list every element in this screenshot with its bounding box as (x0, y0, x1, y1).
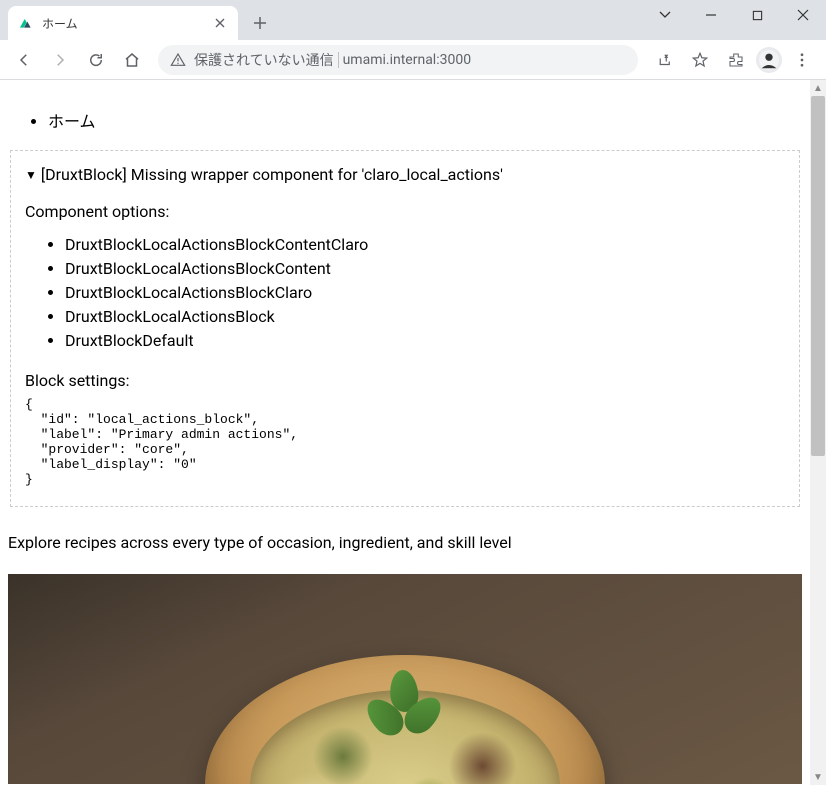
vertical-scrollbar[interactable]: ▲ ▼ (810, 80, 826, 785)
hero-recipe-image (8, 574, 802, 784)
tab-close-button[interactable] (212, 15, 228, 31)
nuxt-favicon-icon (18, 15, 34, 31)
minimize-button[interactable] (688, 0, 734, 30)
disclosure-triangle-icon: ▼ (25, 168, 37, 182)
not-secure-icon (170, 52, 186, 68)
reload-button[interactable] (80, 44, 112, 76)
component-options-label: Component options: (25, 202, 785, 221)
menu-button[interactable] (786, 44, 818, 76)
tab-title: ホーム (42, 15, 204, 32)
home-button[interactable] (116, 44, 148, 76)
page-content: ホーム ▼ [DruxtBlock] Missing wrapper compo… (0, 80, 810, 785)
block-settings-label: Block settings: (25, 371, 785, 390)
browser-tab[interactable]: ホーム (8, 6, 238, 40)
druxt-summary-toggle[interactable]: ▼ [DruxtBlock] Missing wrapper component… (25, 165, 785, 184)
share-button[interactable] (648, 44, 680, 76)
breadcrumb-list: ホーム (8, 108, 802, 132)
explore-heading: Explore recipes across every type of occ… (8, 533, 802, 552)
back-button[interactable] (8, 44, 40, 76)
component-option: DruxtBlockLocalActionsBlockClaro (65, 281, 785, 305)
extensions-button[interactable] (720, 44, 752, 76)
breadcrumb-home[interactable]: ホーム (48, 108, 802, 132)
dropdown-icon[interactable] (642, 0, 688, 30)
component-option: DruxtBlockLocalActionsBlockContent (65, 257, 785, 281)
security-status: 保護されていない通信 (194, 50, 334, 70)
druxt-summary-text: [DruxtBlock] Missing wrapper component f… (41, 165, 503, 184)
scroll-down-icon[interactable]: ▼ (810, 769, 826, 785)
close-window-button[interactable] (780, 0, 826, 30)
component-option: DruxtBlockDefault (65, 329, 785, 353)
druxt-debug-block: ▼ [DruxtBlock] Missing wrapper component… (10, 150, 800, 507)
profile-avatar[interactable] (756, 47, 782, 73)
scrollbar-thumb[interactable] (811, 96, 825, 456)
component-option: DruxtBlockLocalActionsBlock (65, 305, 785, 329)
browser-toolbar: 保護されていない通信 umami.internal:3000 (0, 40, 826, 80)
address-bar[interactable]: 保護されていない通信 umami.internal:3000 (158, 45, 638, 75)
block-settings-code: { "id": "local_actions_block", "label": … (25, 398, 785, 488)
maximize-button[interactable] (734, 0, 780, 30)
new-tab-button[interactable] (246, 9, 274, 37)
component-option: DruxtBlockLocalActionsBlockContentClaro (65, 233, 785, 257)
scroll-up-icon[interactable]: ▲ (810, 80, 826, 96)
component-options-list: DruxtBlockLocalActionsBlockContentClaro … (25, 233, 785, 353)
forward-button[interactable] (44, 44, 76, 76)
bookmark-button[interactable] (684, 44, 716, 76)
window-titlebar: ホーム (0, 0, 826, 40)
url-text: umami.internal:3000 (343, 52, 471, 68)
